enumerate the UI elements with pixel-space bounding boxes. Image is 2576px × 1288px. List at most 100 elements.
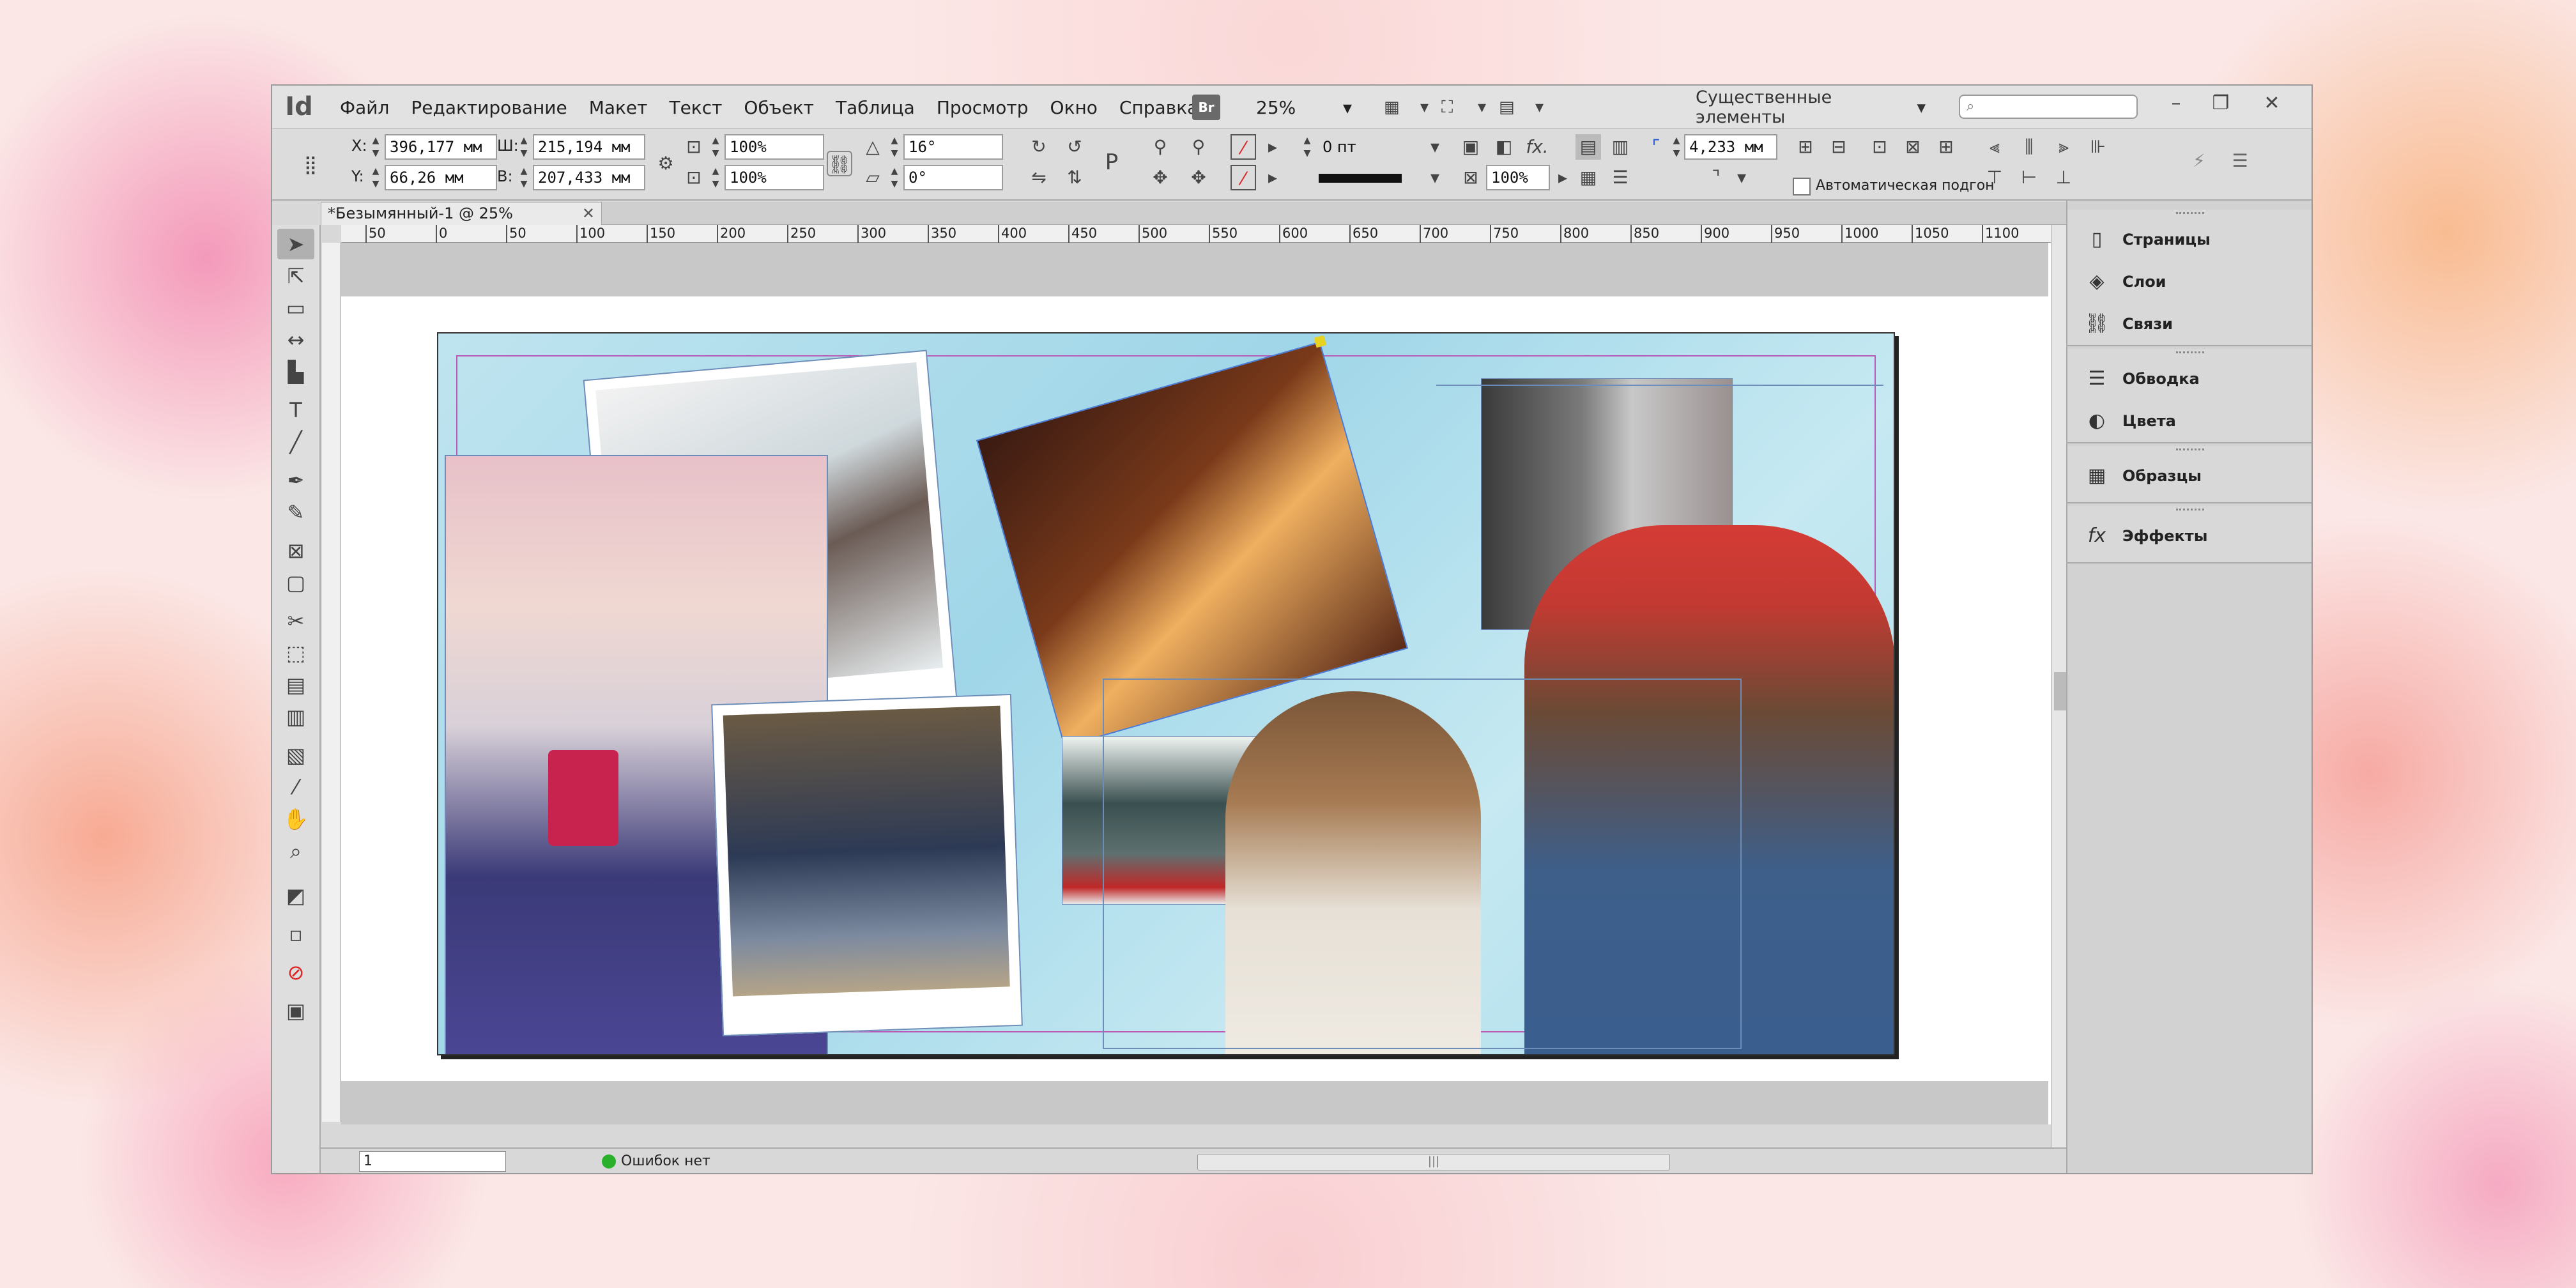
menu-edit[interactable]: Редактирование [410,95,568,121]
panel-item-swatches[interactable]: ▦ Образцы [2083,455,2202,497]
page-number-field[interactable]: 1 [359,1151,506,1172]
panel-grip[interactable] [2176,212,2204,218]
gap-tool-icon[interactable]: ↔ [277,325,314,355]
menu-help[interactable]: Справка [1118,95,1199,121]
fx-icon[interactable]: fx. [1524,134,1550,160]
scale-y-stepper[interactable]: ▲ ▼ [709,165,722,190]
fit-frame-content-icon[interactable]: ⊟ [1826,134,1851,160]
width-stepper[interactable]: ▲ ▼ [518,134,530,160]
gap-field[interactable]: 4,233 мм [1684,134,1777,160]
wrap-none-icon[interactable]: ▤ [1575,134,1601,160]
view-options-button[interactable]: ▦ ▾ [1384,95,1429,120]
align-left-icon[interactable]: ⫷ [1982,134,2007,160]
rectangle-frame-tool-icon[interactable]: ⊠ [277,535,314,566]
x-stepper[interactable]: ▲ ▼ [369,134,382,160]
fill-stroke-icon[interactable]: ◩ [277,880,314,911]
menu-table[interactable]: Таблица [834,95,916,121]
y-field[interactable]: 66,26 мм [385,165,497,190]
gap-stepper[interactable]: ▲ ▼ [1670,134,1683,160]
menu-file[interactable]: Файл [339,95,390,121]
fill-frame-icon[interactable]: ⊠ [1900,134,1926,160]
tab-document[interactable]: *Безымянный-1 @ 25% ✕ [321,202,602,225]
photo-frame-friends[interactable] [711,693,1023,1037]
link-scale-icon[interactable]: ⛓ [827,151,852,176]
panel-item-pages[interactable]: ▯ Страницы [2083,218,2211,261]
scale-y-field[interactable]: 100% [724,165,824,190]
search-field[interactable]: ⌕ [1959,95,2138,119]
align-right-icon[interactable]: ⫸ [2051,134,2076,160]
width-field[interactable]: 215,194 мм [533,134,645,160]
panel-item-links[interactable]: ⛓ Связи [2083,303,2173,345]
wrap-box-icon[interactable]: ▥ [1607,134,1633,160]
shear-stepper[interactable]: ▲ ▼ [888,165,901,190]
menu-view[interactable]: Просмотр [935,95,1030,121]
zoom-tool-icon[interactable]: ⌕ [277,836,314,866]
rotate-field[interactable]: 16° [903,134,1003,160]
center-content-icon[interactable]: ⊡ [1867,134,1892,160]
align-center-icon[interactable]: ⫼ [2016,134,2042,160]
scissors-tool-icon[interactable]: ✂ [277,606,314,636]
wrap-shape-icon[interactable]: ▦ [1575,165,1601,190]
select-next-icon[interactable]: ✥ [1186,165,1211,190]
stroke-weight-stepper[interactable]: ▲ ▼ [1301,134,1314,160]
panel-grip[interactable] [2176,509,2204,515]
opacity-field[interactable]: 100% [1486,165,1550,190]
note-tool-icon[interactable]: ▧ [277,740,314,770]
rotate-cw-icon[interactable]: ↻ [1026,134,1052,160]
panel-item-stroke[interactable]: ☰ Обводка [2083,358,2200,400]
panel-item-color[interactable]: ◐ Цвета [2083,400,2176,442]
screen-mode-icon[interactable]: ▣ [277,995,314,1026]
fill-swatch-icon[interactable]: ⁄ [1230,134,1256,160]
hand-tool-icon[interactable]: ✋ [277,804,314,834]
workspace-switcher[interactable]: Существенные элементы ▾ [1696,88,1926,127]
stroke-arrow-icon[interactable]: ▸ [1260,165,1285,190]
selection-handle[interactable] [1314,335,1327,348]
select-previous-icon[interactable]: ✥ [1147,165,1173,190]
rectangle-tool-icon[interactable]: ▢ [277,567,314,598]
constrain-proportions-icon[interactable]: ⚙ [653,151,678,176]
minimize-button[interactable]: – [2157,89,2195,118]
panel-menu-icon[interactable]: ☰ [2227,148,2253,174]
line-tool-icon[interactable]: ╱ [277,427,314,457]
pencil-tool-icon[interactable]: ✎ [277,497,314,528]
close-button[interactable]: ✕ [2253,89,2291,118]
eyedropper-tool-icon[interactable]: ⁄ [277,772,314,802]
stroke-swatch-icon[interactable]: ⁄ [1230,165,1256,190]
wrap-jump-icon[interactable]: ☰ [1607,165,1633,190]
preflight-status[interactable]: Ошибок нет [602,1151,710,1172]
vertical-ruler[interactable] [322,243,341,1122]
panel-item-effects[interactable]: fx Эффекты [2083,515,2208,557]
apply-none-icon[interactable]: ⊘ [277,957,314,988]
align-top-icon[interactable]: ⊤ [1982,165,2007,190]
scrollbar-thumb[interactable] [2054,672,2067,710]
panel-grip[interactable] [2176,351,2204,358]
scale-x-stepper[interactable]: ▲ ▼ [709,134,722,160]
select-content-icon[interactable]: ⚲ [1186,134,1211,160]
stroke-weight-select[interactable]: 0 пт [1317,134,1432,160]
drop-shadow-icon[interactable]: ▣ [1458,134,1483,160]
restore-button[interactable]: ❐ [2202,89,2240,118]
page-spread[interactable] [437,332,1895,1055]
rotate-stepper[interactable]: ▲ ▼ [888,134,901,160]
align-bottom-icon[interactable]: ⊥ [2051,165,2076,190]
bridge-button[interactable]: Br [1192,95,1220,120]
flip-vertical-icon[interactable]: ⇅ [1062,165,1087,190]
panel-item-layers[interactable]: ◈ Слои [2083,261,2166,303]
reference-point-icon[interactable]: ⣿ [298,152,323,178]
panel-grip[interactable] [2176,448,2204,455]
shear-field[interactable]: 0° [903,165,1003,190]
height-field[interactable]: 207,433 мм [533,165,645,190]
x-field[interactable]: 396,177 мм [385,134,497,160]
menu-layout[interactable]: Макет [588,95,649,121]
gradient-feather-tool-icon[interactable]: ▥ [277,702,314,732]
corner-icon[interactable]: ⌜ [1643,134,1669,160]
fill-arrow-icon[interactable]: ▸ [1260,134,1285,160]
fit-content-frame-icon[interactable]: ⊞ [1793,134,1818,160]
distribute-icon[interactable]: ⊪ [2085,134,2111,160]
corner-shape-icon[interactable]: ⌝ [1703,165,1729,190]
horizontal-scrollbar[interactable]: ||| [1197,1154,1670,1170]
zoom-select[interactable]: 25% ▾ [1256,95,1352,120]
pen-tool-icon[interactable]: ✒ [277,465,314,496]
close-icon[interactable]: ✕ [582,203,595,224]
opacity-arrow-icon[interactable]: ▸ [1550,165,1575,190]
